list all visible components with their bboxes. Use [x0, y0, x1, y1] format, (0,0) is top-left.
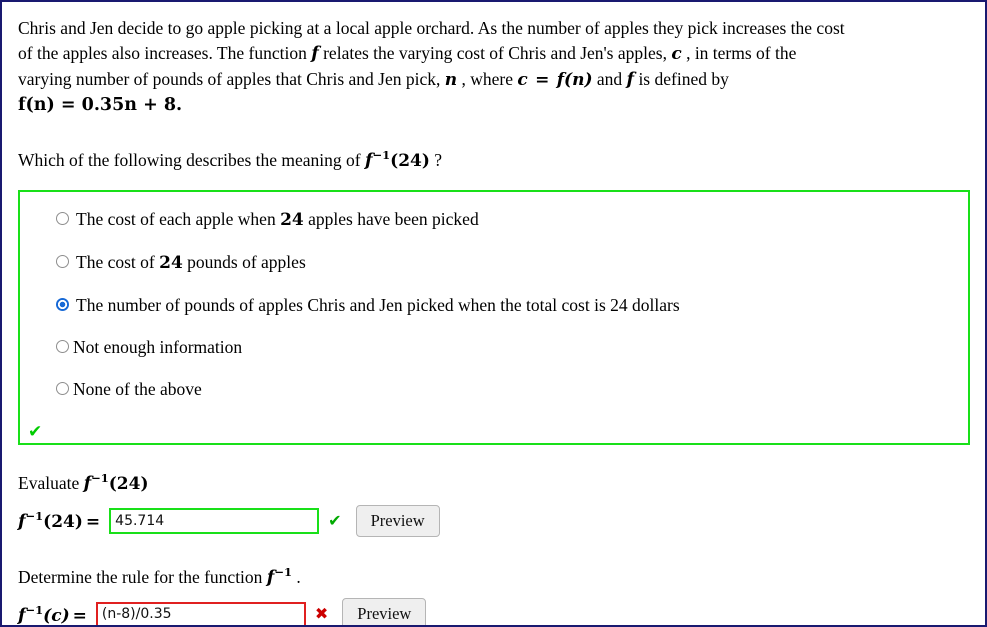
- radio-icon-option-3-selected[interactable]: [56, 297, 69, 311]
- problem-line-3-text-b: , where: [461, 69, 513, 89]
- evaluate-heading: Evaluate f−1(24): [18, 466, 969, 496]
- math-arg-determine-lhs: (c): [43, 605, 70, 626]
- math-f-evaluate: f: [83, 473, 92, 494]
- cross-icon-determine-incorrect: ✖: [314, 604, 329, 624]
- determine-heading: Determine the rule for the function f−1 …: [18, 560, 969, 590]
- question-prompt: Which of the following describes the mea…: [18, 143, 969, 173]
- math-c-inline-1: c: [671, 44, 682, 64]
- question-page: Chris and Jen decide to go apple picking…: [0, 0, 987, 627]
- problem-line-2-text-a: of the apples also increases. The functi…: [18, 43, 307, 63]
- math-f-determine-lhs: f: [18, 605, 26, 626]
- math-inverse-exponent-question: −1: [372, 148, 391, 162]
- math-f-evaluate-lhs: f: [18, 512, 26, 533]
- choice-option-2[interactable]: The cost of 24 pounds of apples: [20, 251, 968, 274]
- choice-label-5: None of the above: [73, 378, 202, 399]
- choice-option-3[interactable]: The number of pounds of apples Chris and…: [20, 294, 968, 316]
- question-prefix: Which of the following describes the mea…: [18, 149, 361, 170]
- choice-label-3: The number of pounds of apples Chris and…: [76, 294, 680, 315]
- choice-option-4[interactable]: Not enough information: [20, 336, 968, 358]
- choice-label-1-text-a: The cost of each apple when: [76, 208, 276, 229]
- evaluate-answer-input[interactable]: [109, 507, 320, 534]
- problem-statement: Chris and Jen decide to go apple picking…: [18, 16, 968, 118]
- math-arg-evaluate: (24): [108, 473, 149, 494]
- math-c-inline-2: c: [517, 70, 528, 90]
- determine-heading-prefix: Determine the rule for the function: [18, 566, 263, 587]
- preview-button-determine[interactable]: Preview: [342, 598, 427, 625]
- choice-option-5[interactable]: None of the above: [20, 378, 968, 400]
- preview-button-evaluate[interactable]: Preview: [355, 504, 440, 537]
- problem-line-3-text-d: is defined by: [638, 69, 729, 89]
- math-f-question: f: [364, 150, 373, 171]
- problem-line-3: varying number of pounds of apples that …: [18, 67, 968, 93]
- math-f-inline-2: f: [626, 70, 635, 90]
- answer-choices-box: The cost of each apple when 24 apples ha…: [18, 189, 970, 445]
- evaluate-field-row: f−1(24)= ✔ Preview: [18, 504, 969, 537]
- radio-icon-option-4[interactable]: [56, 339, 69, 353]
- math-fn-inline-1: f(n): [556, 70, 593, 90]
- problem-formula: f(n) = 0.35n + 8.: [18, 95, 183, 115]
- math-arg-question: (24): [390, 150, 430, 171]
- problem-line-2: of the apples also increases. The functi…: [18, 41, 968, 67]
- problem-line-1: Chris and Jen decide to go apple picking…: [18, 18, 845, 38]
- problem-line-2-text-b: relates the varying cost of Chris and Je…: [323, 43, 667, 63]
- math-n-inline-1: n: [444, 70, 458, 90]
- determine-field-row: f−1(c)= ✖ Preview: [18, 598, 969, 626]
- check-icon-evaluate-correct: ✔: [328, 510, 342, 530]
- radio-icon-option-5[interactable]: [56, 381, 69, 395]
- problem-line-3-text-c: and: [596, 69, 623, 89]
- choice-label-2-text-b: pounds of apples: [187, 251, 306, 272]
- math-inverse-exponent-evaluate: −1: [91, 470, 109, 485]
- check-icon-choices-correct: ✔: [28, 421, 43, 442]
- math-f-inline-1: f: [311, 44, 319, 64]
- radio-icon-option-1[interactable]: [56, 211, 69, 225]
- math-equals-evaluate: =: [85, 512, 101, 533]
- math-equals-inline-1: =: [535, 70, 550, 90]
- choice-label-1-number: 24: [280, 209, 304, 230]
- math-equals-determine: =: [72, 605, 87, 626]
- question-suffix: ?: [434, 149, 443, 170]
- choice-label-1: The cost of each apple when 24 apples ha…: [76, 208, 479, 231]
- radio-icon-option-2[interactable]: [56, 254, 69, 268]
- determine-heading-suffix: .: [296, 566, 301, 587]
- choice-label-4: Not enough information: [73, 336, 243, 357]
- page-content: Chris and Jen decide to go apple picking…: [2, 2, 985, 626]
- determine-lhs-label: f−1(c) =: [18, 603, 90, 626]
- evaluate-lhs-label: f−1(24) =: [18, 509, 103, 532]
- problem-line-3-text-a: varying number of pounds of apples that …: [18, 69, 441, 89]
- determine-answer-input[interactable]: [95, 601, 306, 625]
- choice-label-2-text-a: The cost of: [76, 251, 155, 272]
- math-arg-evaluate-lhs: (24): [43, 512, 83, 533]
- choice-label-2-number: 24: [159, 252, 183, 273]
- choice-option-1[interactable]: The cost of each apple when 24 apples ha…: [20, 208, 968, 231]
- evaluate-heading-prefix: Evaluate: [18, 472, 80, 493]
- choice-label-2: The cost of 24 pounds of apples: [76, 251, 306, 274]
- math-inverse-exponent-determine-lhs: −1: [25, 603, 44, 618]
- math-inverse-exponent-determine: −1: [274, 564, 292, 579]
- problem-line-2-text-c: , in terms of the: [686, 43, 797, 63]
- choice-label-1-text-b: apples have been picked: [308, 208, 479, 229]
- math-inverse-exponent-evaluate-lhs: −1: [25, 509, 44, 524]
